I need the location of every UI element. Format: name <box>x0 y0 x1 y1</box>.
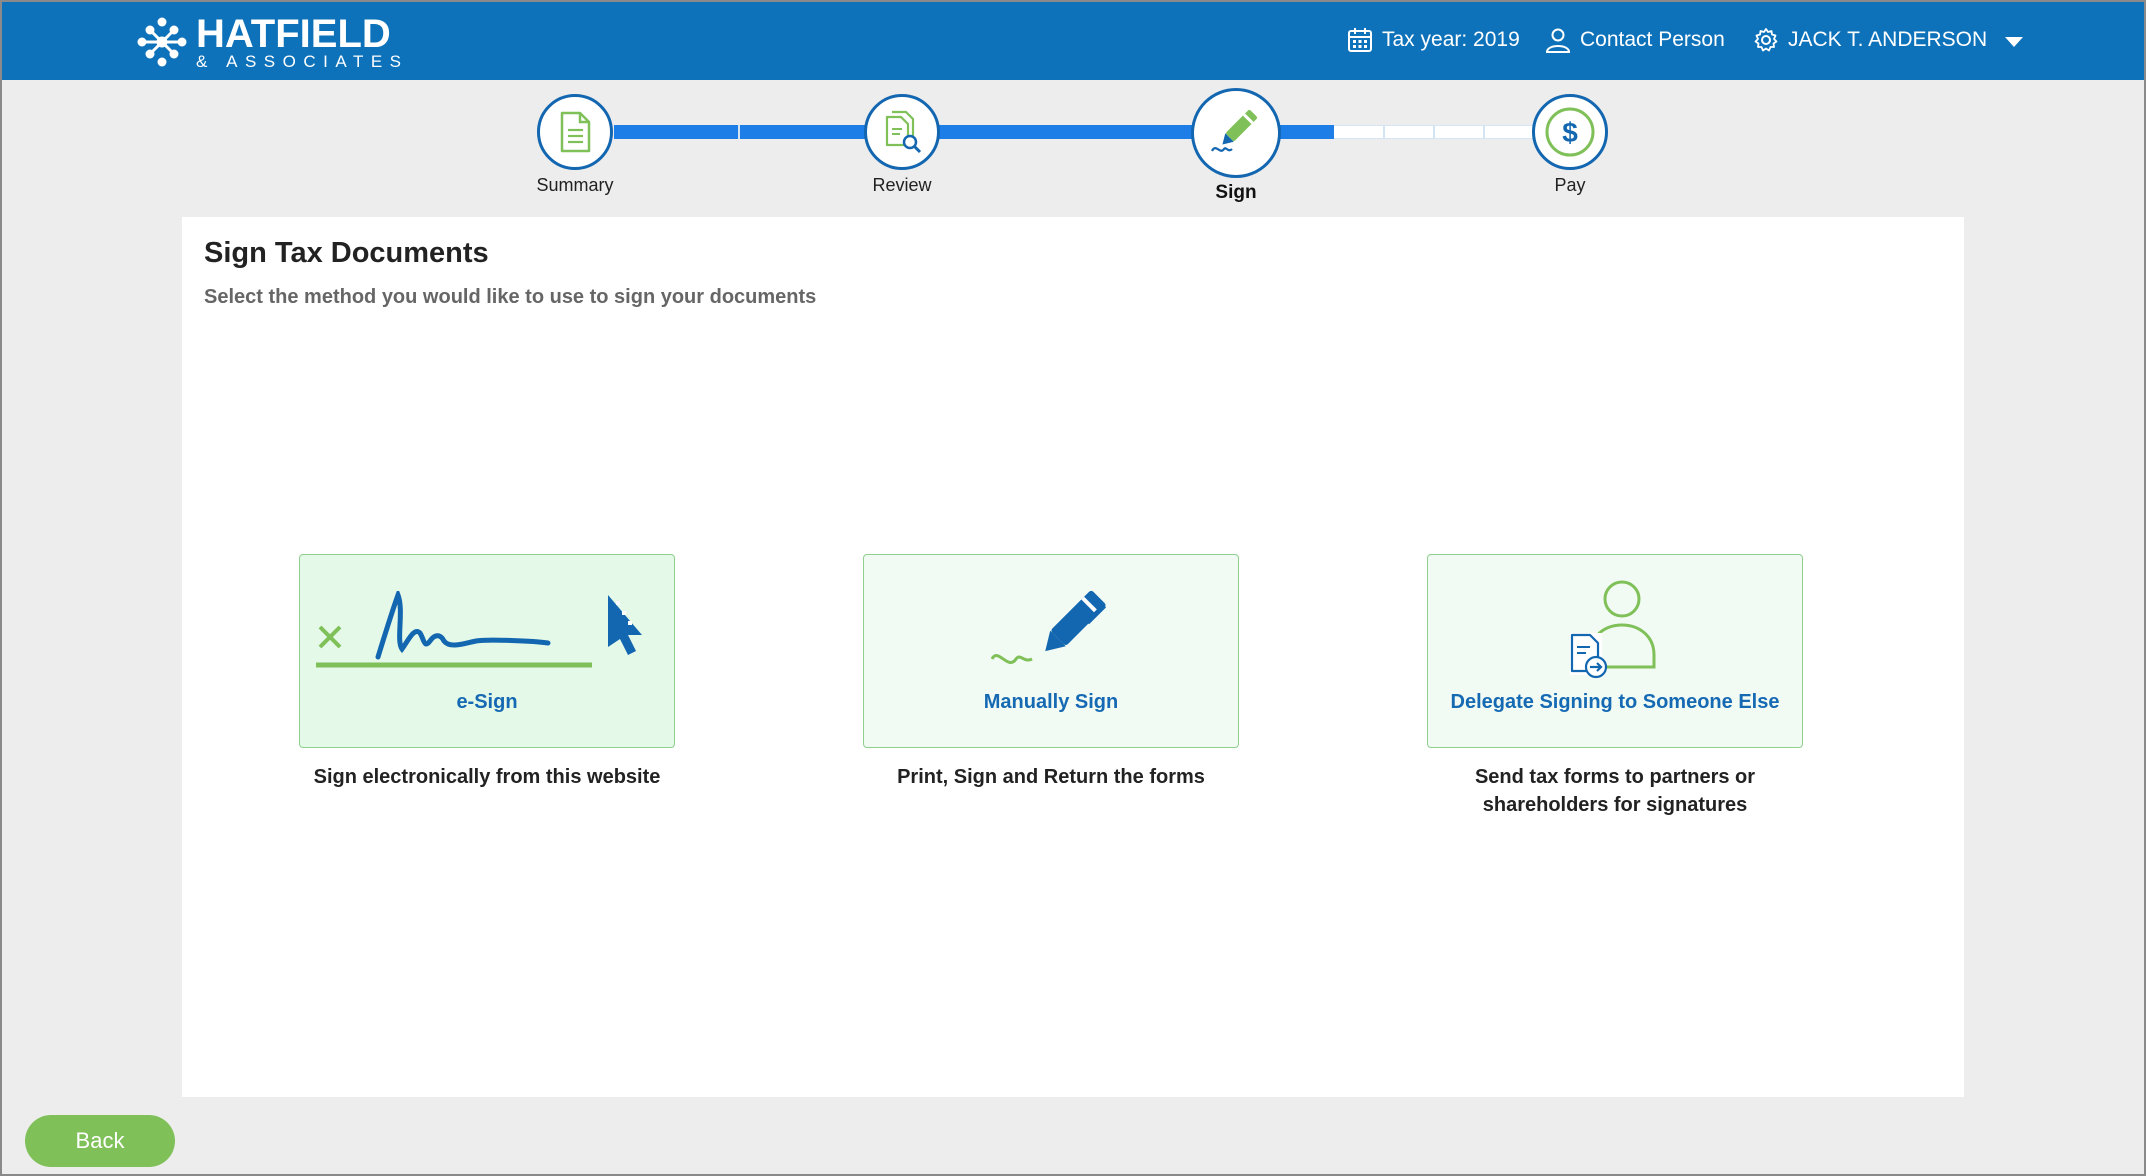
manually-sign-description: Print, Sign and Return the forms <box>897 766 1205 788</box>
track-tick <box>1433 125 1435 139</box>
page-subtitle: Select the method you would like to use … <box>204 286 817 308</box>
track-tick <box>1483 125 1485 139</box>
chevron-down-icon <box>2005 36 2024 47</box>
svg-text:$: $ <box>1562 117 1578 148</box>
user-name-text: JACK T. ANDERSON <box>1788 28 1988 51</box>
delegate-person-icon <box>1570 580 1656 679</box>
main-panel: Sign Tax Documents Select the method you… <box>182 217 1964 1097</box>
back-button[interactable]: Back <box>25 1115 175 1167</box>
delegate-option-card[interactable]: Delegate Signing to Someone Else <box>1427 554 1803 748</box>
esign-description: Sign electronically from this website <box>313 766 661 788</box>
header-user-menu[interactable]: JACK T. ANDERSON <box>1752 0 2024 80</box>
contact-person-text: Contact Person <box>1580 28 1725 51</box>
step-review-label: Review <box>872 175 932 195</box>
header-contact-person[interactable]: Contact Person <box>1544 0 1725 80</box>
pen-icon <box>990 590 1107 664</box>
esign-label: e-Sign <box>456 691 518 713</box>
step-summary[interactable] <box>537 94 613 170</box>
header-tax-year[interactable]: Tax year: 2019 <box>1346 0 1520 80</box>
document-icon <box>560 111 591 153</box>
person-icon <box>1545 28 1571 53</box>
dollar-icon: $ <box>1545 107 1595 157</box>
step-sign-label: Sign <box>1215 182 1257 203</box>
delegate-description-line1: Send tax forms to partners or <box>1474 766 1756 788</box>
logo-mark-icon <box>137 17 187 67</box>
calendar-icon <box>1348 28 1372 52</box>
delegate-label: Delegate Signing to Someone Else <box>1450 691 1780 713</box>
step-sign[interactable] <box>1191 88 1281 178</box>
step-summary-label: Summary <box>536 175 614 195</box>
page-title: Sign Tax Documents <box>204 237 489 269</box>
gear-icon <box>1754 28 1778 52</box>
brand-name: HATFIELD <box>196 12 391 56</box>
review-document-icon <box>885 110 922 154</box>
esignature-icon <box>316 591 642 668</box>
manually-sign-option-card[interactable]: Manually Sign <box>863 554 1239 748</box>
delegate-description-line2: shareholders for signatures <box>1482 794 1748 816</box>
track-tick <box>738 125 740 139</box>
top-header: HATFIELD & ASSOCIATES Tax year: 2019 Con… <box>0 0 2146 80</box>
delegate-description: Send tax forms to partners or shareholde… <box>1405 763 1825 819</box>
step-pay-label: Pay <box>1554 175 1586 195</box>
step-review[interactable] <box>864 94 940 170</box>
brand-subtitle: & ASSOCIATES <box>196 52 409 71</box>
progress-stepper: Summary Review Sign $ Pay <box>0 80 2146 220</box>
brand-logo[interactable]: HATFIELD & ASSOCIATES <box>136 12 416 71</box>
tax-year-text: Tax year: 2019 <box>1382 28 1520 51</box>
step-pay[interactable]: $ <box>1532 94 1608 170</box>
track-tick <box>1383 125 1385 139</box>
pen-signature-icon <box>1211 110 1257 152</box>
esign-option-card[interactable]: e-Sign <box>299 554 675 748</box>
manually-sign-label: Manually Sign <box>983 691 1119 713</box>
